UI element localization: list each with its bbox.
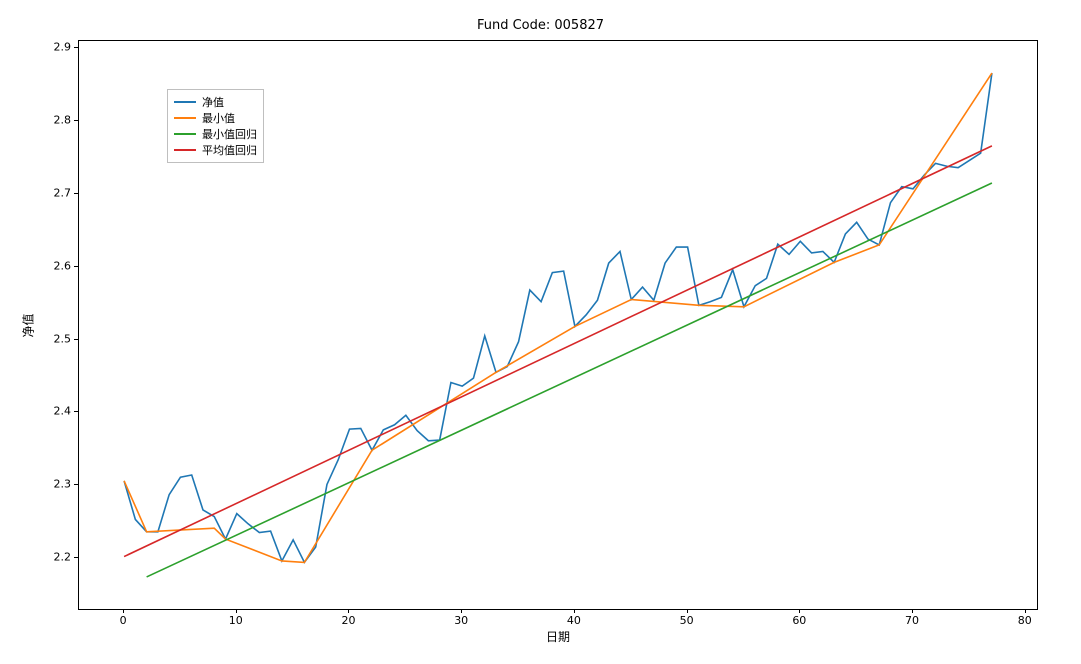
ytick-label: 2.9 bbox=[31, 41, 71, 54]
ytick-label: 2.3 bbox=[31, 478, 71, 491]
xtick-mark bbox=[1025, 609, 1026, 613]
xtick-mark bbox=[461, 609, 462, 613]
xtick-mark bbox=[912, 609, 913, 613]
xtick-label: 40 bbox=[567, 614, 581, 627]
legend-swatch-avgreg bbox=[174, 149, 196, 151]
legend-label-minvalue: 最小值 bbox=[202, 110, 235, 126]
ytick-label: 2.8 bbox=[31, 114, 71, 127]
xtick-label: 50 bbox=[680, 614, 694, 627]
x-axis-label: 日期 bbox=[78, 628, 1038, 645]
xtick-label: 30 bbox=[454, 614, 468, 627]
legend-item-minreg: 最小值回归 bbox=[174, 126, 257, 142]
legend-swatch-netvalue bbox=[174, 101, 196, 103]
legend: 净值 最小值 最小值回归 平均值回归 bbox=[167, 89, 264, 163]
ytick-label: 2.6 bbox=[31, 259, 71, 272]
y-axis-label: 净值 bbox=[20, 40, 36, 610]
ytick-label: 2.5 bbox=[31, 332, 71, 345]
ytick-mark bbox=[74, 193, 78, 194]
series-line bbox=[147, 183, 992, 577]
ytick-mark bbox=[74, 411, 78, 412]
ytick-mark bbox=[74, 339, 78, 340]
xtick-label: 70 bbox=[905, 614, 919, 627]
ytick-mark bbox=[74, 120, 78, 121]
legend-label-minreg: 最小值回归 bbox=[202, 126, 257, 142]
legend-swatch-minreg bbox=[174, 133, 196, 135]
ytick-label: 2.4 bbox=[31, 405, 71, 418]
xtick-label: 60 bbox=[792, 614, 806, 627]
xtick-mark bbox=[574, 609, 575, 613]
ytick-label: 2.7 bbox=[31, 186, 71, 199]
ytick-mark bbox=[74, 557, 78, 558]
ytick-mark bbox=[74, 266, 78, 267]
ytick-mark bbox=[74, 47, 78, 48]
legend-swatch-minvalue bbox=[174, 117, 196, 119]
legend-item-avgreg: 平均值回归 bbox=[174, 142, 257, 158]
xtick-mark bbox=[799, 609, 800, 613]
ytick-mark bbox=[74, 484, 78, 485]
xtick-label: 80 bbox=[1018, 614, 1032, 627]
xtick-label: 20 bbox=[341, 614, 355, 627]
legend-label-netvalue: 净值 bbox=[202, 94, 224, 110]
chart-title: Fund Code: 005827 bbox=[0, 18, 1081, 33]
xtick-mark bbox=[348, 609, 349, 613]
ytick-label: 2.2 bbox=[31, 551, 71, 564]
xtick-mark bbox=[687, 609, 688, 613]
series-line bbox=[124, 146, 992, 557]
xtick-mark bbox=[123, 609, 124, 613]
xtick-mark bbox=[236, 609, 237, 613]
xtick-label: 10 bbox=[229, 614, 243, 627]
legend-item-netvalue: 净值 bbox=[174, 94, 257, 110]
legend-label-avgreg: 平均值回归 bbox=[202, 142, 257, 158]
legend-item-minvalue: 最小值 bbox=[174, 110, 257, 126]
plot-area: 净值 最小值 最小值回归 平均值回归 bbox=[78, 40, 1038, 610]
xtick-label: 0 bbox=[120, 614, 127, 627]
figure: Fund Code: 005827 净值 最小值 最小值回归 平均值回归 0 10… bbox=[0, 0, 1081, 664]
